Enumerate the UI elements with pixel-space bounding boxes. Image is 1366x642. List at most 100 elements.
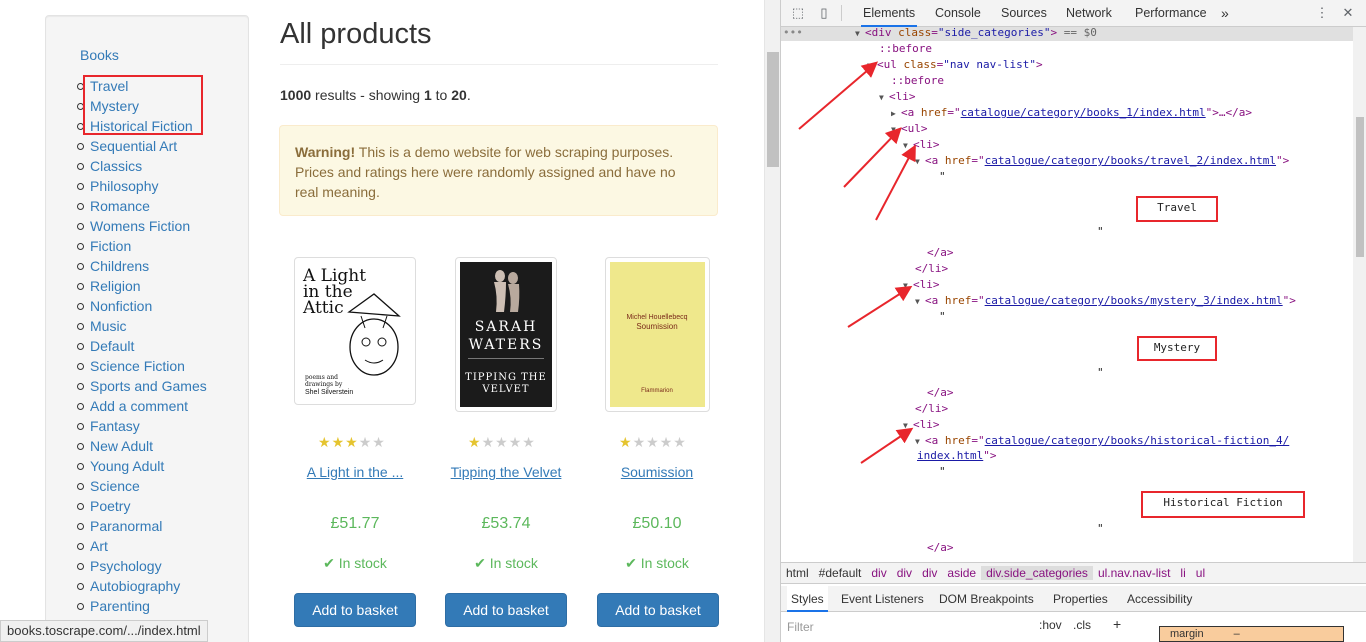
category-link[interactable]: Romance [90,198,150,214]
dom-tree-scrollbar-thumb[interactable] [1356,117,1364,257]
category-link[interactable]: Art [90,538,108,554]
dom-node-ul[interactable]: ▼ <ul> [891,121,928,137]
breadcrumb-item[interactable]: aside [942,566,981,580]
category-link[interactable]: Autobiography [90,578,180,594]
more-options-icon[interactable]: ⋮ [1315,6,1329,20]
category-link[interactable]: Add a comment [90,398,188,414]
dom-close-li[interactable]: </li> [915,401,948,417]
add-to-basket-button[interactable]: Add to basket [597,593,719,627]
pseudo-before[interactable]: ::before [891,73,944,89]
breadcrumb-item[interactable]: ul.nav.nav-list [1093,566,1175,580]
category-link[interactable]: Psychology [90,558,162,574]
breadcrumb-item[interactable]: div.side_categories [981,566,1093,580]
category-link[interactable]: Young Adult [90,458,164,474]
hover-state-toggle[interactable]: :hov [1039,618,1062,632]
category-link[interactable]: Paranormal [90,518,162,534]
product-cover-image[interactable]: Michel Houellebecq Soumission Flammarion [604,257,710,412]
tab-event-listeners[interactable]: Event Listeners [841,586,924,612]
product-title-link[interactable]: A Light in the ... [290,464,420,480]
category-link[interactable]: Science [90,478,140,494]
category-item: Philosophy [77,176,207,196]
category-link[interactable]: Default [90,338,134,354]
tab-styles[interactable]: Styles [787,586,828,612]
tab-properties[interactable]: Properties [1053,586,1108,612]
dom-close-a[interactable]: </a> [927,540,954,556]
category-link[interactable]: Religion [90,278,141,294]
category-item: New Adult [77,436,207,456]
breadcrumb-item[interactable]: div [917,566,942,580]
dom-node-div-side-categories[interactable]: ▼ <div class="side_categories"> == $0 [855,27,1097,41]
category-books-link[interactable]: Books [80,47,119,63]
dom-node-a-mystery[interactable]: ▼ <a href="catalogue/category/books/myste… [915,293,1296,309]
tab-sources[interactable]: Sources [999,0,1049,27]
add-rule-button[interactable]: + [1113,616,1121,632]
cover-publisher: Flammarion [641,388,673,394]
dom-close-a[interactable]: </a> [927,245,954,261]
annotation-mystery-box: Mystery [1137,336,1217,361]
availability: ✔ In stock [290,555,420,572]
dom-node-a-books[interactable]: ▶ <a href="catalogue/category/books_1/ind… [891,105,1252,121]
inspect-element-icon[interactable]: ⬚ [791,6,805,20]
breadcrumb-item[interactable]: div [866,566,891,580]
dom-node-li[interactable]: ▼ <li> [903,137,940,153]
ellipsis-icon[interactable]: ••• [783,27,803,41]
dom-node-a-travel[interactable]: ▼ <a href="catalogue/category/books/trave… [915,153,1289,169]
dom-node-ul-nav[interactable]: ▼ <ul class="nav nav-list"> [867,57,1043,73]
tab-network[interactable]: Network [1064,0,1114,27]
category-link[interactable]: Womens Fiction [90,218,190,234]
page-scrollbar-thumb[interactable] [767,52,779,167]
dom-close-a[interactable]: </a> [927,385,954,401]
more-tabs-icon[interactable]: » [1219,0,1231,27]
category-link[interactable]: Fantasy [90,418,140,434]
product-cover-image[interactable]: A Light in the Attic poems and drawings … [294,257,416,405]
category-link[interactable]: Childrens [90,258,149,274]
class-toggle[interactable]: .cls [1073,618,1091,632]
dom-node-a-historical-fiction-cont[interactable]: index.html"> [917,448,996,464]
category-link[interactable]: Fiction [90,238,131,254]
category-link[interactable]: Nonfiction [90,298,152,314]
tab-accessibility[interactable]: Accessibility [1127,586,1192,612]
dom-node-li[interactable]: ▼ <li> [879,89,916,105]
status-bar-url: books.toscrape.com/.../index.html [0,620,208,642]
dom-node-li[interactable]: ▼ <li> [903,277,940,293]
breadcrumb-item[interactable]: ul [1191,566,1210,580]
page-scrollbar[interactable] [764,0,780,642]
dom-node-li[interactable]: ▼ <li> [903,417,940,433]
dom-close-li[interactable]: </li> [915,261,948,277]
category-link[interactable]: Classics [90,158,142,174]
category-link[interactable]: Music [90,318,127,334]
category-link[interactable]: Science Fiction [90,358,185,374]
close-icon[interactable]: ✕ [1341,6,1355,20]
product-title-link[interactable]: Tipping the Velvet [436,464,576,480]
check-icon: ✔ [625,555,637,571]
tab-dom-breakpoints[interactable]: DOM Breakpoints [939,586,1034,612]
device-toolbar-icon[interactable]: ▯ [817,6,831,20]
styles-filter-input[interactable]: Filter [787,617,1027,637]
breadcrumb-item[interactable]: li [1175,566,1190,580]
category-item: Paranormal [77,516,207,536]
availability: ✔ In stock [436,555,576,572]
category-item: Sequential Art [77,136,207,156]
pseudo-before[interactable]: ::before [879,41,932,57]
category-link[interactable]: Sequential Art [90,138,177,154]
breadcrumb-item[interactable]: html [781,566,814,580]
dom-node-a-historical-fiction[interactable]: ▼ <a href="catalogue/category/books/histo… [915,433,1289,449]
breadcrumb-item[interactable]: div [892,566,917,580]
category-link[interactable]: Parenting [90,598,150,614]
availability: ✔ In stock [587,555,727,572]
tab-console[interactable]: Console [933,0,983,27]
category-link[interactable]: Sports and Games [90,378,207,394]
category-link[interactable]: Poetry [90,498,130,514]
tab-elements[interactable]: Elements [861,0,918,27]
product-cover-image[interactable]: SARAH WATERS TIPPING THE VELVET [455,257,557,412]
category-item: Fiction [77,236,207,256]
results-text: results - showing [311,87,424,103]
dom-tree-scrollbar[interactable] [1353,27,1366,562]
product-title-link[interactable]: Soumission [587,464,727,480]
add-to-basket-button[interactable]: Add to basket [294,593,416,627]
category-link[interactable]: Philosophy [90,178,159,194]
category-link[interactable]: New Adult [90,438,153,454]
add-to-basket-button[interactable]: Add to basket [445,593,567,627]
breadcrumb-item[interactable]: #default [814,566,867,580]
tab-performance[interactable]: Performance [1133,0,1209,27]
